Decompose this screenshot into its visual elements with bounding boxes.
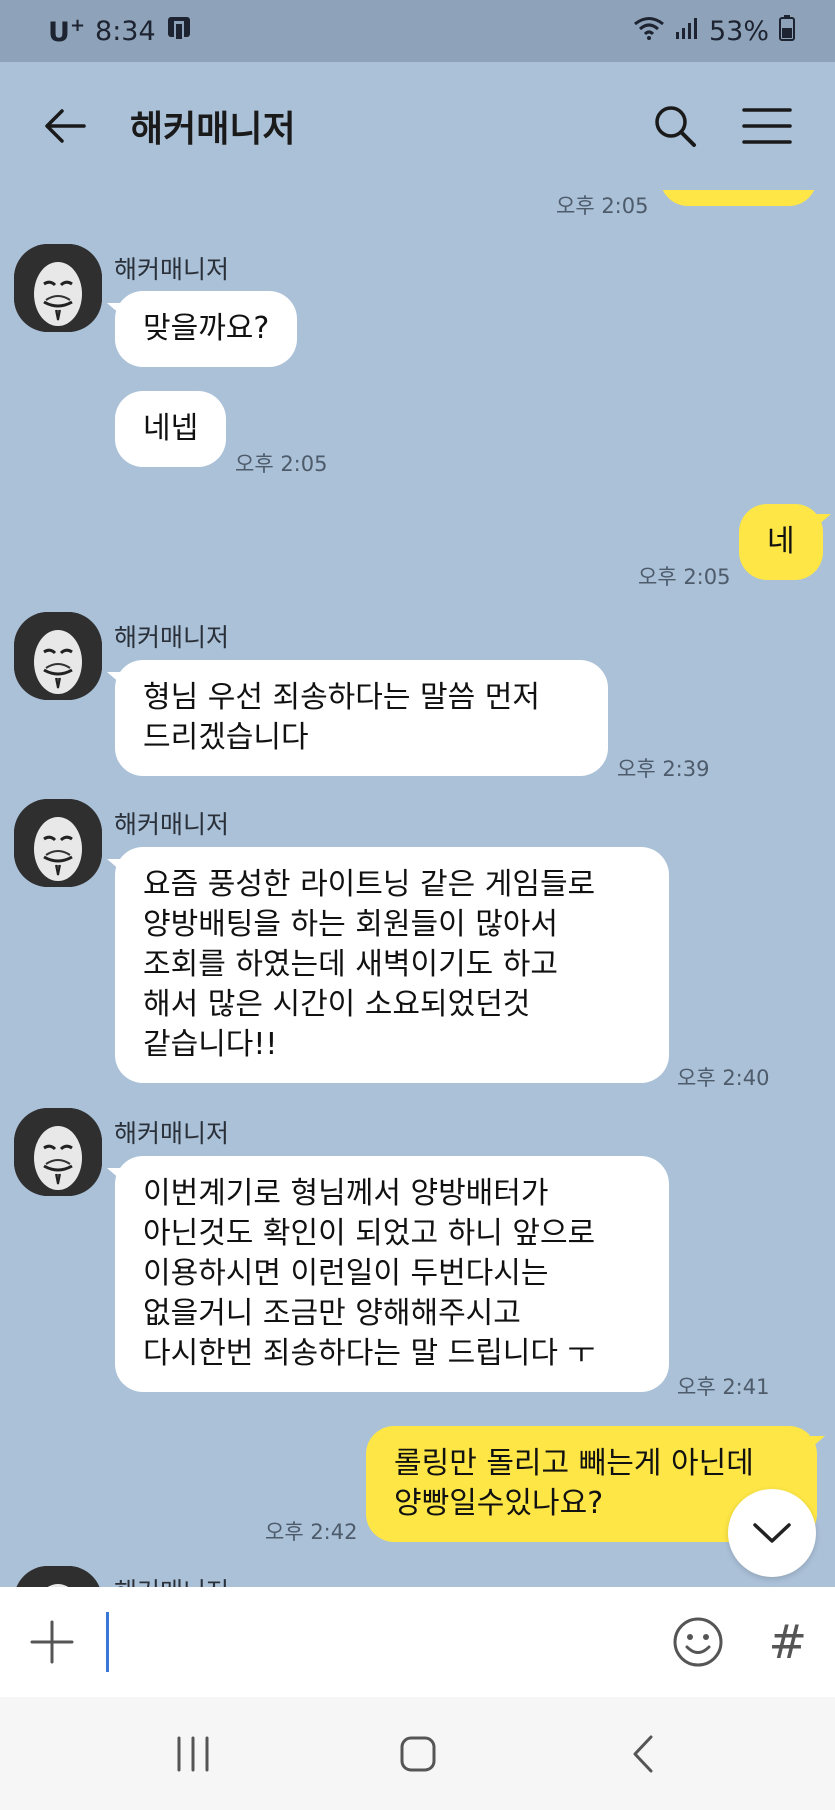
- carrier-label: U+: [48, 14, 86, 48]
- message-time: 오후 2:42: [265, 1520, 358, 1544]
- mask-avatar-icon: [14, 799, 102, 887]
- sender-name: 해커매니저: [114, 255, 230, 284]
- hamburger-menu-icon: [742, 108, 792, 144]
- clock: 8:34: [95, 15, 156, 47]
- message-time: 오후 2:05: [638, 565, 731, 589]
- search-button[interactable]: [647, 98, 703, 154]
- attach-button[interactable]: [28, 1618, 76, 1666]
- scroll-to-bottom-button[interactable]: [728, 1489, 816, 1577]
- chat-area[interactable]: 오후 2:05 해커매니저 맞을까요? 네넵 오후 2:05 네 오후 2:05…: [0, 190, 835, 1587]
- battery-icon: [779, 14, 795, 48]
- message-time: 오후 2:39: [617, 757, 710, 781]
- hashtag-button[interactable]: #: [768, 1615, 807, 1669]
- mask-avatar-icon: [14, 612, 102, 700]
- sender-name: 해커매니저: [114, 810, 230, 839]
- sender-name: 해커매니저: [114, 1119, 230, 1148]
- status-bar: U+ 8:34 53%: [0, 0, 835, 62]
- notification-icon: [166, 15, 194, 48]
- menu-button[interactable]: [739, 98, 795, 154]
- message-input[interactable]: [106, 1612, 673, 1672]
- sender-name: 해커매니저: [114, 623, 230, 652]
- arrow-left-icon: [45, 109, 86, 143]
- system-navigation-bar: [0, 1697, 835, 1810]
- chat-header: 해커매니저: [0, 62, 835, 190]
- system-back-button[interactable]: [613, 1724, 673, 1784]
- message-time: 오후 2:40: [677, 1066, 770, 1090]
- mask-avatar-icon: [14, 244, 102, 332]
- signal-icon: [675, 16, 699, 47]
- smiley-icon: [673, 1617, 723, 1667]
- avatar[interactable]: [14, 1566, 102, 1587]
- wifi-icon: [633, 15, 665, 48]
- message-bubble[interactable]: 요즘 풍성한 라이트닝 같은 게임들로 양방배팅을 하는 회원들이 많아서 조회…: [107, 847, 669, 1083]
- message-bubble[interactable]: 이번계기로 형님께서 양방배터가 아닌것도 확인이 되었고 하니 앞으로 이용하…: [107, 1156, 669, 1392]
- avatar[interactable]: [14, 612, 102, 700]
- message-time: 오후 2:05: [556, 194, 649, 218]
- message-composer: #: [0, 1587, 835, 1697]
- sender-name: 해커매니저: [114, 1572, 229, 1587]
- chevron-down-icon: [753, 1523, 791, 1543]
- message-bubble[interactable]: 네넵: [115, 391, 227, 467]
- avatar[interactable]: [14, 244, 102, 332]
- chat-title: 해커매니저: [130, 109, 296, 150]
- back-button[interactable]: [40, 101, 90, 151]
- recent-apps-icon: [177, 1736, 208, 1771]
- home-icon: [400, 1736, 435, 1771]
- mask-avatar-icon: [14, 1108, 102, 1196]
- battery-percent: 53%: [708, 15, 769, 47]
- partial-my-bubble: [660, 190, 817, 206]
- my-message-bubble[interactable]: 네: [739, 504, 831, 580]
- message-time: 오후 2:05: [235, 452, 328, 476]
- recent-apps-button[interactable]: [163, 1724, 223, 1784]
- avatar[interactable]: [14, 799, 102, 887]
- mask-avatar-icon: [14, 1566, 102, 1587]
- home-button[interactable]: [388, 1724, 448, 1784]
- emoji-button[interactable]: [672, 1616, 724, 1668]
- chevron-left-icon: [633, 1735, 652, 1772]
- message-time: 오후 2:41: [677, 1375, 770, 1399]
- search-icon: [655, 106, 696, 147]
- message-bubble[interactable]: 맞을까요?: [106, 291, 298, 367]
- plus-icon: [30, 1620, 74, 1664]
- message-bubble[interactable]: 형님 우선 죄송하다는 말씀 먼저 드리겠습니다: [107, 660, 608, 776]
- avatar[interactable]: [14, 1108, 102, 1196]
